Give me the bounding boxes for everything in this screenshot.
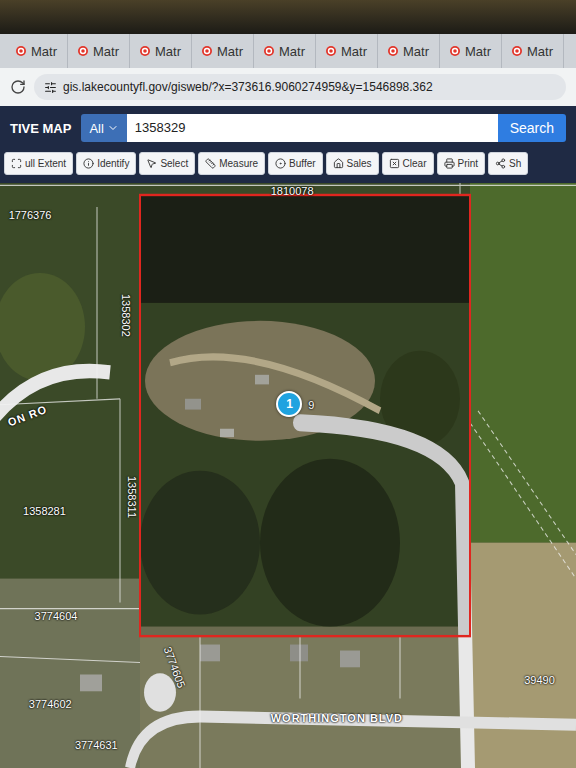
site-logo-icon	[140, 44, 150, 58]
search-input[interactable]: 1358329	[127, 114, 498, 142]
share-icon	[495, 158, 506, 169]
identify-icon	[83, 158, 94, 169]
parcel-label: 39490	[524, 674, 555, 686]
map[interactable]: 1810078 1776376 1358302 1358311 1358281 37746…	[0, 183, 576, 768]
tool-button[interactable]: Select	[139, 152, 195, 175]
parcel-label: 1776376	[9, 209, 52, 221]
url-field[interactable]: gis.lakecountyfl.gov/gisweb/?x=373616.90…	[34, 74, 566, 100]
tool-button[interactable]: Print	[437, 152, 486, 175]
clear-icon	[389, 158, 400, 169]
browser-tab[interactable]: Matr	[254, 34, 316, 68]
site-logo-icon	[16, 44, 26, 58]
aerial-map[interactable]	[0, 183, 576, 768]
parcel-label: 3774602	[29, 698, 72, 710]
road-label: WORTHINGTON BLVD	[271, 712, 403, 724]
site-logo-icon	[388, 44, 398, 58]
chevron-down-icon	[107, 122, 119, 134]
parcel-label: 1358302	[120, 294, 132, 337]
browser-tab[interactable]: Matr	[130, 34, 192, 68]
selected-parcel	[140, 195, 470, 636]
screen: MatrMatrMatrMatrMatrMatrMatrMatrMatrgis.…	[0, 0, 576, 768]
site-logo-icon	[450, 44, 460, 58]
tool-button[interactable]: Measure	[198, 152, 265, 175]
app-header: TIVE MAP All1358329Search	[0, 106, 576, 148]
tool-button[interactable]: Identify	[76, 152, 136, 175]
tool-button[interactable]: Clear	[382, 152, 434, 175]
tool-button[interactable]: ull Extent	[4, 152, 73, 175]
monitor-bezel	[0, 0, 576, 34]
parcel-label: 9	[308, 399, 314, 411]
select-icon	[146, 158, 157, 169]
browser-tab[interactable]: Matr	[68, 34, 130, 68]
tool-button[interactable]: Sh	[488, 152, 528, 175]
toolbar: ull ExtentIdentifySelectMeasureBufferSal…	[0, 148, 576, 183]
extent-icon	[11, 158, 22, 169]
browser-tab[interactable]: Matr	[316, 34, 378, 68]
parcel-label: 3774604	[35, 610, 78, 622]
tool-button[interactable]: Sales	[326, 152, 379, 175]
site-info-icon[interactable]	[44, 81, 57, 94]
site-logo-icon	[264, 44, 274, 58]
browser-tab[interactable]: Matr	[6, 34, 68, 68]
print-icon	[444, 158, 455, 169]
parcel-label: 1358281	[23, 505, 66, 517]
site-logo-icon	[512, 44, 522, 58]
sales-icon	[333, 158, 344, 169]
parcel-label: 3774631	[75, 739, 118, 751]
search-button[interactable]: Search	[498, 114, 566, 142]
buffer-icon	[275, 158, 286, 169]
browser-tab-bar: MatrMatrMatrMatrMatrMatrMatrMatrMatr	[0, 34, 576, 68]
browser-tab[interactable]: Matr	[378, 34, 440, 68]
browser-tab[interactable]: Matr	[192, 34, 254, 68]
app-title: TIVE MAP	[10, 121, 71, 136]
search-filter[interactable]: All	[81, 114, 126, 142]
site-logo-icon	[202, 44, 212, 58]
tool-button[interactable]: Buffer	[268, 152, 323, 175]
measure-icon	[205, 158, 216, 169]
parcel-label: 1358311	[126, 476, 138, 518]
search-group: All1358329Search	[81, 114, 566, 142]
reload-icon[interactable]	[10, 79, 26, 95]
parcel-label: 1810078	[271, 185, 314, 197]
site-logo-icon	[78, 44, 88, 58]
browser-tab[interactable]: Matr	[502, 34, 564, 68]
site-logo-icon	[326, 44, 336, 58]
address-bar: gis.lakecountyfl.gov/gisweb/?x=373616.90…	[0, 68, 576, 106]
map-pin[interactable]: 1	[276, 391, 302, 417]
browser-tab[interactable]: Matr	[440, 34, 502, 68]
